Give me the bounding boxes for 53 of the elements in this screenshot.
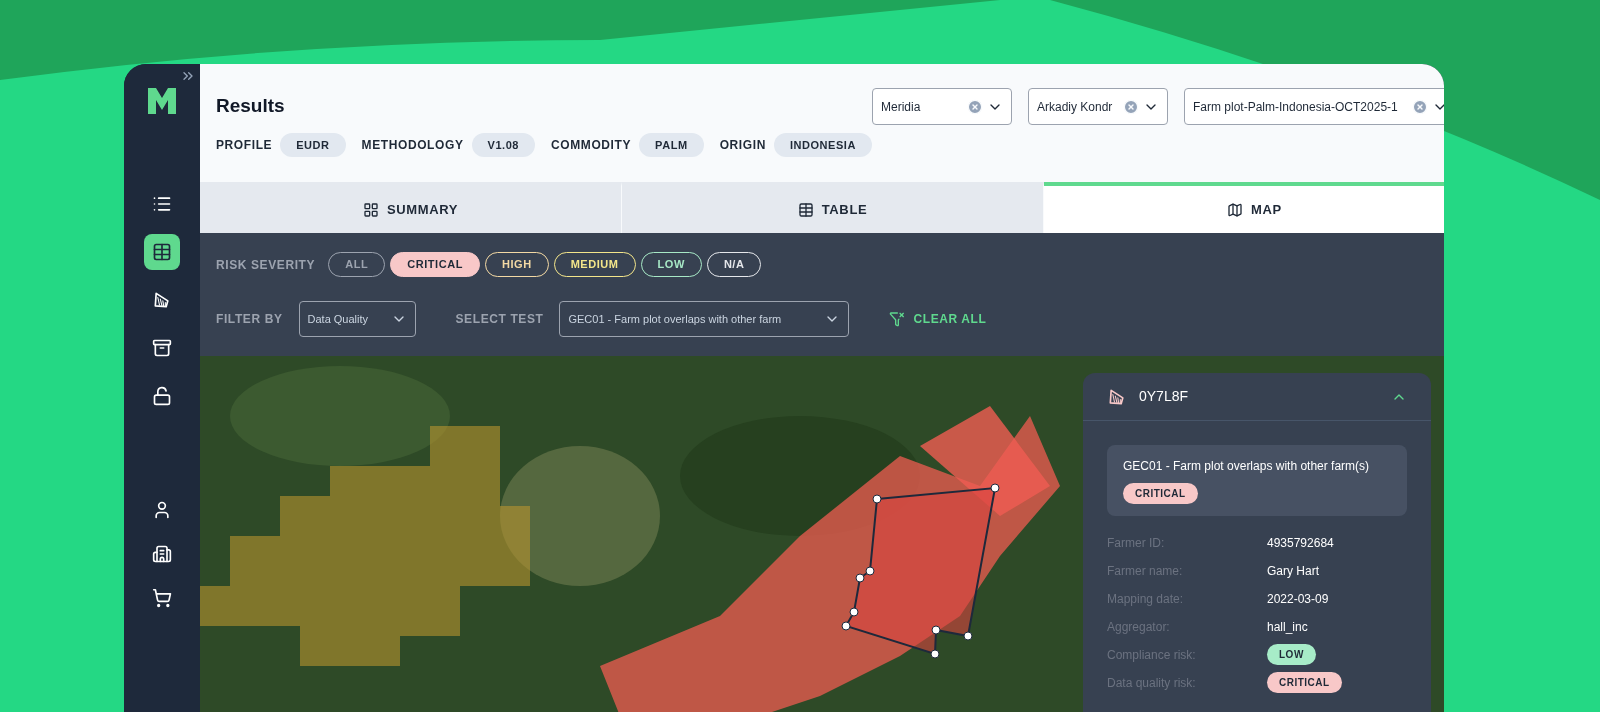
polygon-icon xyxy=(152,290,172,310)
unlock-icon xyxy=(152,386,172,406)
cart-icon xyxy=(152,588,172,608)
page-title: Results xyxy=(216,94,286,118)
select-value: Farm plot-Palm-Indonesia-OCT2025-1 xyxy=(1193,98,1399,116)
sidebar-item[interactable] xyxy=(144,234,180,270)
test-name: GEC01 - Farm plot overlaps with other farm(s) xyxy=(1123,458,1370,475)
filter-clear-icon xyxy=(889,311,906,327)
filter-label: RISK SEVERITY xyxy=(216,256,316,274)
table-icon xyxy=(797,201,814,218)
tag-label: COMMODITY xyxy=(551,136,632,154)
select-value: Arkadiy Kondr xyxy=(1037,98,1114,116)
field-value: 2022-03-09 xyxy=(1267,590,1329,608)
grid-icon xyxy=(362,201,379,218)
list-icon xyxy=(152,194,172,214)
table-icon xyxy=(152,242,172,262)
tag-value: PALM xyxy=(639,132,704,157)
select-value: Meridia xyxy=(881,98,922,116)
tag-value: V1.08 xyxy=(471,132,535,157)
clear-icon[interactable] xyxy=(1123,98,1139,115)
field-value: Gary Hart xyxy=(1267,562,1319,580)
severity-badge: LOW xyxy=(1267,644,1316,665)
severity-badge: CRITICAL xyxy=(1123,483,1198,504)
select-field[interactable]: Farm plot-Palm-Indonesia-OCT2025-1 xyxy=(1184,88,1444,125)
field-value: 4935792684 xyxy=(1267,534,1334,552)
clear-icon[interactable] xyxy=(1412,98,1428,115)
test-select[interactable]: GEC01 - Farm plot overlaps with other farm xyxy=(559,301,850,337)
select-value: Data Quality xyxy=(307,311,370,327)
building-icon xyxy=(152,544,172,564)
field-value: hall_inc xyxy=(1267,618,1308,636)
severity-badge: CRITICAL xyxy=(1267,672,1342,693)
filter-label: SELECT TEST xyxy=(455,311,544,328)
select-field[interactable]: Arkadiy Kondr xyxy=(1028,88,1168,125)
archive-icon xyxy=(152,338,172,358)
tag-label: PROFILE xyxy=(216,136,273,154)
tab[interactable]: MAP xyxy=(1044,182,1444,233)
tag-label: ORIGIN xyxy=(719,136,766,154)
clear-all-button[interactable]: CLEAR ALL xyxy=(889,310,987,328)
tab[interactable]: TABLE xyxy=(622,182,1044,233)
select-field[interactable]: Meridia xyxy=(872,88,1012,125)
tag-value: INDONESIA xyxy=(773,132,872,157)
user-icon xyxy=(152,500,172,520)
tab[interactable]: SUMMARY xyxy=(200,182,622,233)
tag-label: METHODOLOGY xyxy=(361,136,464,154)
select-value: GEC01 - Farm plot overlaps with other farm xyxy=(568,311,783,327)
filter-label: FILTER BY xyxy=(216,311,283,328)
clear-icon[interactable] xyxy=(967,98,983,115)
filter-select[interactable]: Data Quality xyxy=(298,301,416,337)
map-icon xyxy=(1227,201,1244,218)
severity-filter-chip[interactable]: CRITICAL xyxy=(390,252,480,277)
tag-value: EUDR xyxy=(280,132,346,157)
plot-id: 0Y7L8F xyxy=(1139,387,1190,406)
logo-icon xyxy=(148,88,176,114)
